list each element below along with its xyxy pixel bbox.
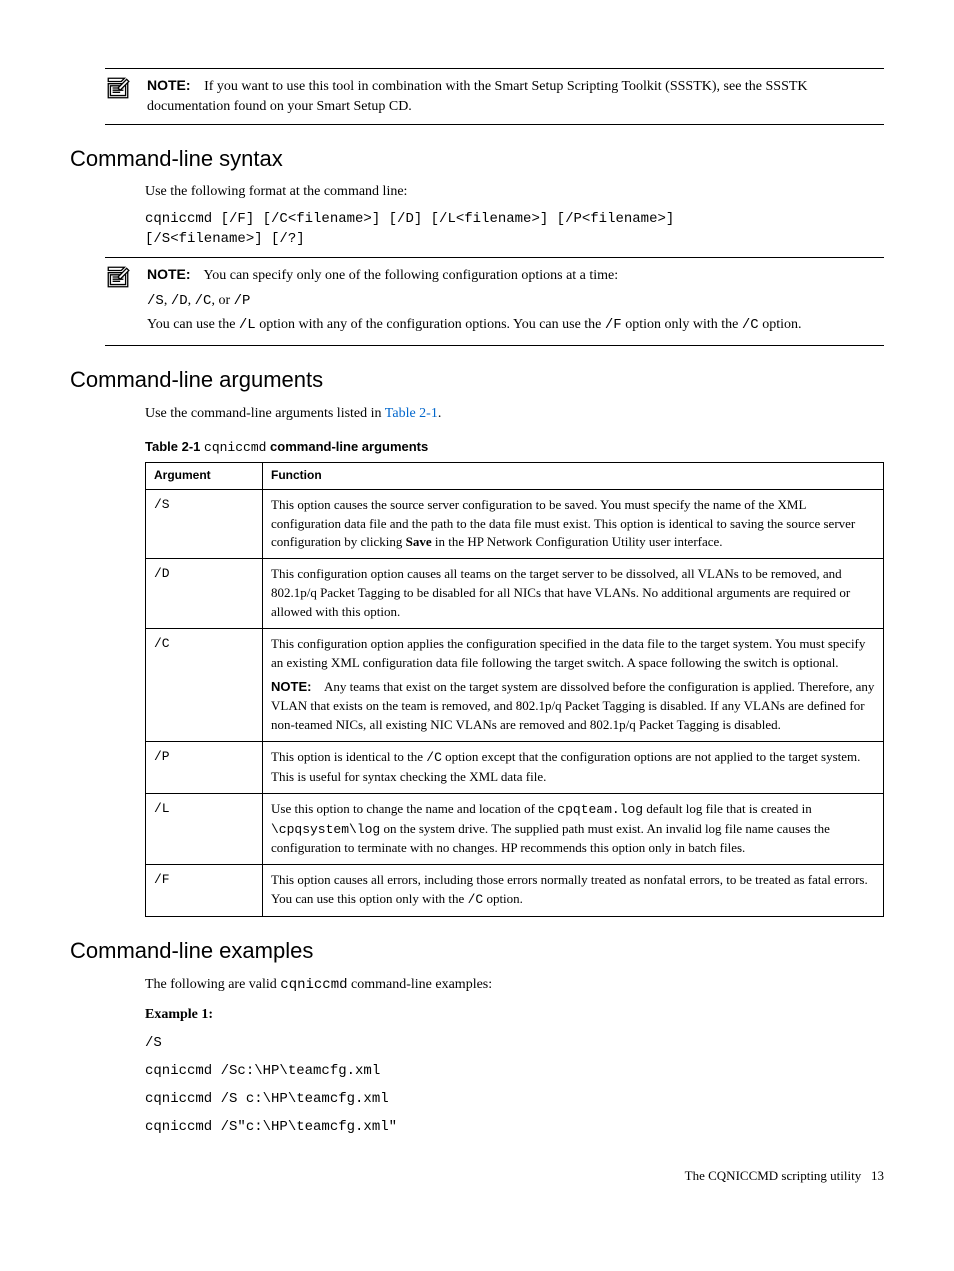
syntax-code: cqniccmd [/F] [/C<filename>] [/D] [/L<fi… bbox=[145, 209, 884, 250]
example-1-code: /S cqniccmd /Sc:\HP\teamcfg.xml cqniccmd… bbox=[145, 1029, 884, 1141]
examples-intro: command-line examples: bbox=[348, 977, 493, 992]
table-caption: Table 2-1 cqniccmd command-line argument… bbox=[145, 438, 884, 458]
args-intro-b: . bbox=[438, 406, 442, 421]
opt-d: /D bbox=[171, 293, 188, 309]
note-block-2: NOTE: You can specify only one of the fo… bbox=[70, 257, 884, 346]
table-row: /S This option causes the source server … bbox=[146, 489, 884, 559]
th-argument: Argument bbox=[146, 463, 263, 489]
syntax-intro: Use the following format at the command … bbox=[145, 182, 884, 202]
table-row: /P This option is identical to the /C op… bbox=[146, 741, 884, 793]
opt-f: /F bbox=[605, 317, 622, 333]
opt-s: /S bbox=[147, 293, 164, 309]
heading-arguments: Command-line arguments bbox=[70, 364, 884, 396]
arg-l: /L bbox=[146, 793, 263, 865]
example-1-label: Example 1: bbox=[145, 1005, 884, 1025]
table-row: /D This configuration option causes all … bbox=[146, 559, 884, 629]
note-label: NOTE: bbox=[271, 679, 311, 694]
sep: , bbox=[188, 293, 195, 308]
func-l: Use this option to change the name and l… bbox=[263, 793, 884, 865]
args-intro-a: Use the command-line arguments listed in bbox=[145, 406, 385, 421]
tail-b: option with any of the configuration opt… bbox=[256, 317, 605, 332]
func-text: default log file that is created in bbox=[643, 801, 812, 816]
note-text: Any teams that exist on the target syste… bbox=[271, 679, 874, 732]
note-icon bbox=[105, 75, 137, 108]
tail-c: option only with the bbox=[622, 317, 742, 332]
arg-s: /S bbox=[146, 489, 263, 559]
arg-c: /C bbox=[146, 628, 263, 741]
func-code: cpqteam.log bbox=[557, 802, 643, 817]
opt-c: /C bbox=[195, 293, 212, 309]
func-text: option. bbox=[483, 891, 523, 906]
examples-code: cqniccmd bbox=[280, 977, 347, 993]
func-code: /C bbox=[426, 750, 442, 765]
sep: , or bbox=[211, 293, 233, 308]
func-d: This configuration option causes all tea… bbox=[263, 559, 884, 629]
tail-d: option. bbox=[759, 317, 802, 332]
tail-a: You can use the bbox=[147, 317, 239, 332]
note-text: You can specify only one of the followin… bbox=[204, 268, 619, 283]
arg-f: /F bbox=[146, 865, 263, 917]
table-code: cqniccmd bbox=[204, 440, 266, 455]
func-bold: Save bbox=[406, 534, 432, 549]
note-icon bbox=[105, 264, 137, 297]
note-label: NOTE: bbox=[147, 77, 191, 93]
func-text: This configuration option applies the co… bbox=[271, 635, 875, 673]
table-row: /C This configuration option applies the… bbox=[146, 628, 884, 741]
arg-d: /D bbox=[146, 559, 263, 629]
func-text: Use this option to change the name and l… bbox=[271, 801, 557, 816]
table-header-row: Argument Function bbox=[146, 463, 884, 489]
note-text: If you want to use this tool in combinat… bbox=[147, 79, 808, 114]
func-text: This option causes all errors, including… bbox=[271, 872, 868, 906]
func-f: This option causes all errors, including… bbox=[263, 865, 884, 917]
arg-p: /P bbox=[146, 741, 263, 793]
table-row: /L Use this option to change the name an… bbox=[146, 793, 884, 865]
func-text: This option is identical to the bbox=[271, 749, 426, 764]
func-code: \cpqsystem\log bbox=[271, 822, 380, 837]
arguments-table: Argument Function /S This option causes … bbox=[145, 462, 884, 917]
footer-title: The CQNICCMD scripting utility bbox=[685, 1168, 862, 1183]
func-c: This configuration option applies the co… bbox=[263, 628, 884, 741]
table-prefix: Table 2-1 bbox=[145, 439, 204, 454]
note-label: NOTE: bbox=[147, 266, 191, 282]
opt-l: /L bbox=[239, 317, 256, 333]
heading-examples: Command-line examples bbox=[70, 935, 884, 967]
func-s: This option causes the source server con… bbox=[263, 489, 884, 559]
table-link[interactable]: Table 2-1 bbox=[385, 406, 438, 421]
table-row: /F This option causes all errors, includ… bbox=[146, 865, 884, 917]
func-text: in the HP Network Configuration Utility … bbox=[432, 534, 723, 549]
note-block-1: NOTE: If you want to use this tool in co… bbox=[70, 68, 884, 125]
opt-p: /P bbox=[234, 293, 251, 309]
func-code: /C bbox=[468, 892, 484, 907]
func-p: This option is identical to the /C optio… bbox=[263, 741, 884, 793]
heading-syntax: Command-line syntax bbox=[70, 143, 884, 175]
page-footer: The CQNICCMD scripting utility 13 bbox=[70, 1167, 884, 1186]
page-number: 13 bbox=[871, 1168, 884, 1183]
th-function: Function bbox=[263, 463, 884, 489]
examples-intro: The following are valid bbox=[145, 977, 280, 992]
table-suffix: command-line arguments bbox=[266, 439, 428, 454]
sep: , bbox=[164, 293, 171, 308]
opt-cc: /C bbox=[742, 317, 759, 333]
